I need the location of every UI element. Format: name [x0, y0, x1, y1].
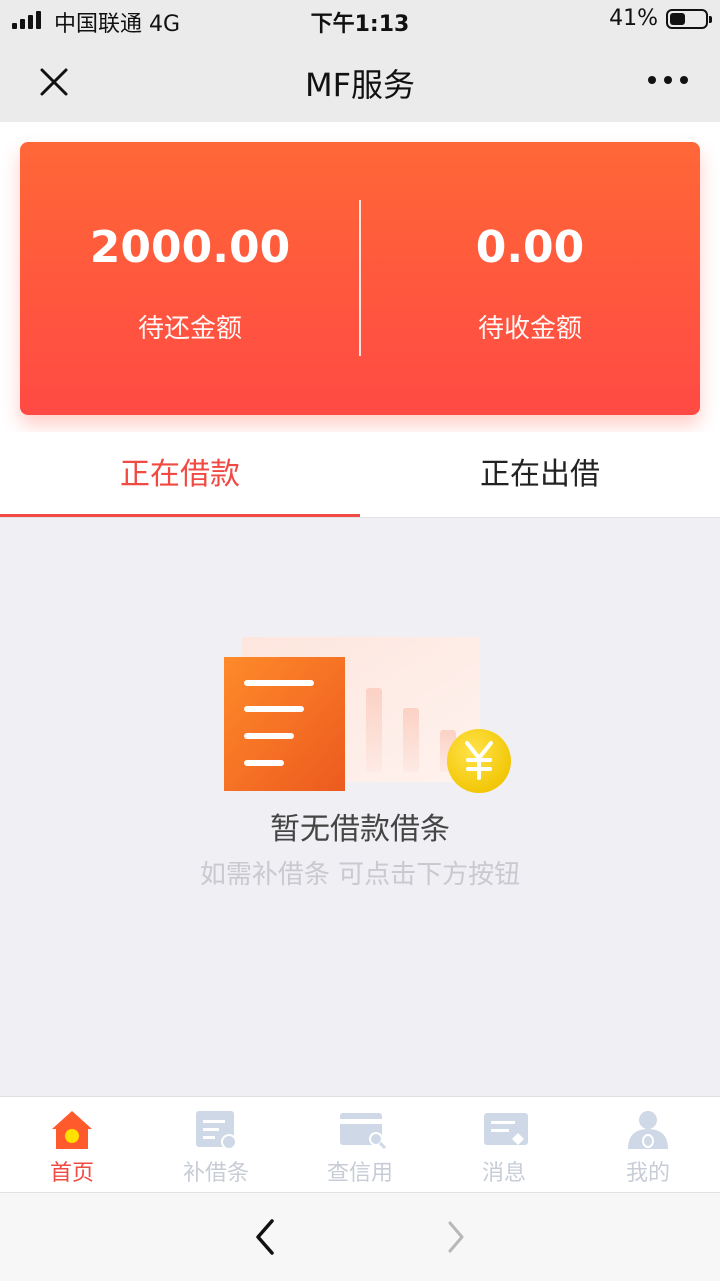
status-bar: 中国联通 4G 下午1:13 41% — [0, 0, 720, 40]
tab-messages-label: 消息 — [481, 1161, 526, 1186]
repay-summary[interactable]: 2000.00 待还金额 — [20, 142, 360, 415]
tab-home-label: 首页 — [49, 1161, 94, 1186]
tab-messages[interactable]: 消息 — [432, 1097, 576, 1193]
empty-message: 暂无借款借条 — [270, 812, 450, 847]
empty-state: 暂无借款借条 如需补借条 可点击下方按钮 — [0, 632, 720, 892]
tab-profile-label: 我的 — [625, 1161, 670, 1186]
supplement-note-icon — [196, 1111, 237, 1150]
receive-summary[interactable]: 0.00 待收金额 — [360, 142, 700, 415]
message-icon — [484, 1113, 528, 1145]
bottom-tab-bar: 首页 补借条 查信用 消息 我的 — [0, 1096, 720, 1193]
tab-supplement-note[interactable]: 补借条 — [144, 1097, 288, 1193]
battery-icon — [666, 9, 712, 29]
main-content: 2000.00 待还金额 0.00 待收金额 正在借款 正在出借 暂无借款借条 … — [0, 122, 720, 1096]
tab-lending[interactable]: 正在出借 — [360, 432, 720, 518]
summary-card: 2000.00 待还金额 0.00 待收金额 — [20, 142, 700, 415]
forward-arrow-icon[interactable] — [436, 1217, 476, 1257]
tab-profile[interactable]: 我的 — [576, 1097, 720, 1193]
page-title: MF服务 — [304, 66, 416, 104]
repay-amount: 2000.00 — [89, 222, 291, 273]
empty-illustration-icon — [224, 637, 511, 793]
tab-home[interactable]: 首页 — [0, 1097, 144, 1193]
repay-label: 待还金额 — [137, 314, 242, 344]
browser-nav-bar — [0, 1192, 720, 1281]
empty-hint: 如需补借条 可点击下方按钮 — [199, 860, 521, 890]
receive-label: 待收金额 — [477, 314, 582, 344]
home-icon — [52, 1111, 92, 1149]
battery-percent: 41% — [609, 6, 658, 31]
tab-credit-check[interactable]: 查信用 — [288, 1097, 432, 1193]
credit-check-icon — [340, 1113, 386, 1150]
loan-tabs: 正在借款 正在出借 — [0, 432, 720, 518]
receive-amount: 0.00 — [475, 222, 585, 273]
profile-icon — [628, 1111, 668, 1149]
nav-bar: MF服务 — [0, 40, 720, 122]
tab-supplement-note-label: 补借条 — [182, 1161, 249, 1186]
more-icon[interactable] — [646, 68, 690, 92]
tab-credit-check-label: 查信用 — [326, 1161, 393, 1186]
tab-borrowing[interactable]: 正在借款 — [0, 432, 360, 518]
back-arrow-icon[interactable] — [246, 1217, 286, 1257]
